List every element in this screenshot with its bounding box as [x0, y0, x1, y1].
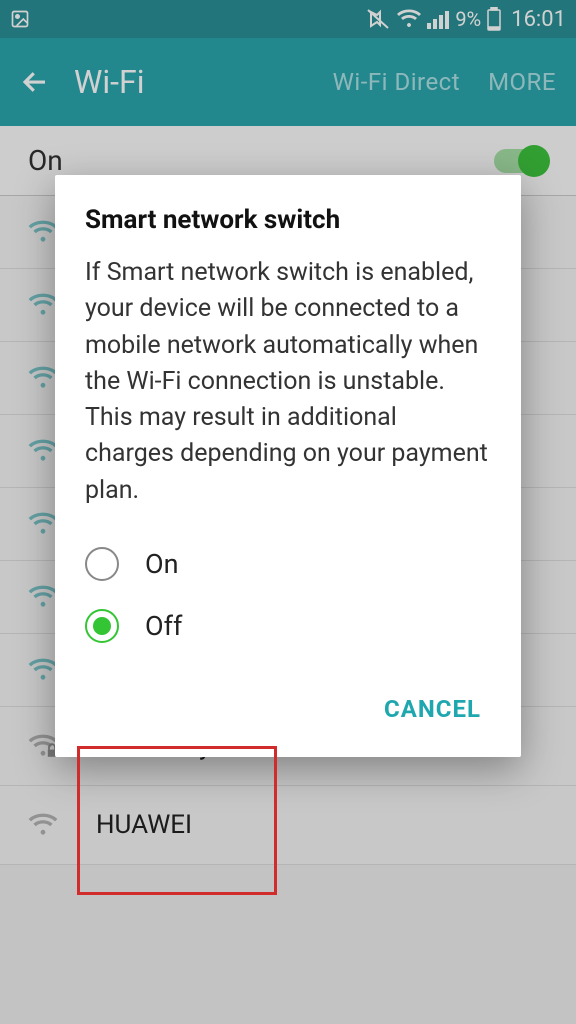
cancel-button[interactable]: CANCEL [378, 685, 487, 733]
radio-label: Off [145, 610, 182, 642]
dialog-body: If Smart network switch is enabled, your… [85, 255, 491, 509]
radio-checked-icon [85, 609, 119, 643]
annotation-highlight [77, 746, 277, 895]
radio-label: On [145, 548, 179, 580]
smart-network-switch-dialog: Smart network switch If Smart network sw… [55, 175, 521, 757]
dialog-wrap: Smart network switch If Smart network sw… [0, 0, 576, 1024]
radio-icon [85, 547, 119, 581]
dialog-title: Smart network switch [85, 205, 491, 235]
dialog-actions: CANCEL [85, 677, 491, 741]
radio-group: On Off [85, 533, 491, 657]
radio-option-on[interactable]: On [85, 533, 491, 595]
radio-option-off[interactable]: Off [85, 595, 491, 657]
